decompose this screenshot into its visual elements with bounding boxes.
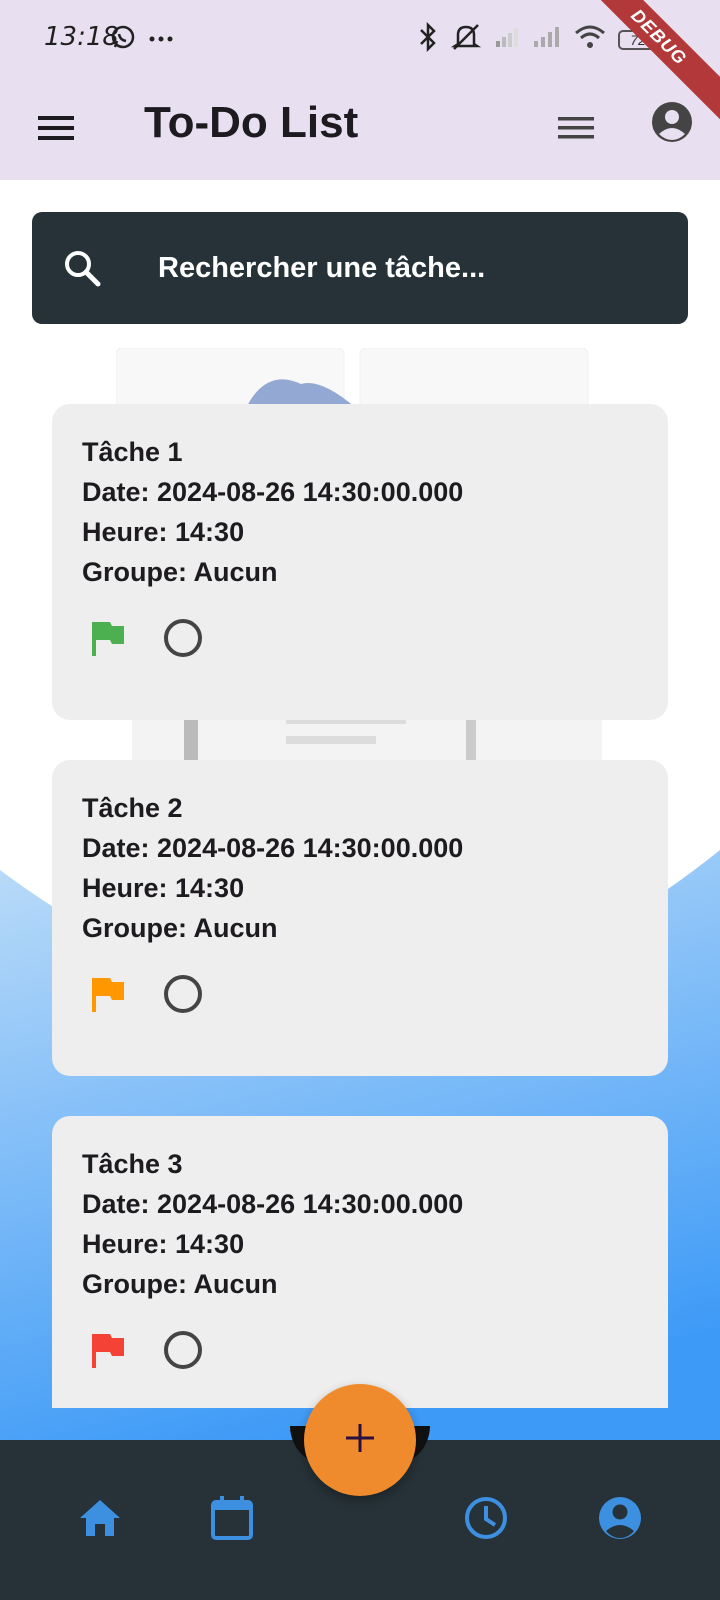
whatsapp-icon — [110, 24, 136, 55]
home-icon[interactable] — [76, 1494, 124, 1542]
complete-checkbox[interactable] — [164, 619, 202, 657]
task-title: Tâche 2 — [82, 793, 183, 823]
top-bar: 13:18 72 DEBUG To-Do List — [0, 0, 720, 180]
task-group: Groupe: Aucun — [82, 913, 278, 943]
task-card[interactable]: Tâche 2 Date: 2024-08-26 14:30:00.000 He… — [52, 760, 668, 1076]
account-circle-icon[interactable] — [650, 100, 694, 144]
task-group: Groupe: Aucun — [82, 1269, 278, 1299]
plus-icon — [342, 1420, 378, 1461]
task-time: Heure: 14:30 — [82, 1229, 245, 1259]
task-date: Date: 2024-08-26 14:30:00.000 — [82, 477, 464, 507]
more-dots-icon — [148, 31, 174, 49]
task-date: Date: 2024-08-26 14:30:00.000 — [82, 833, 464, 863]
task-title: Tâche 1 — [82, 437, 183, 467]
signal-weak-icon — [494, 25, 520, 54]
complete-checkbox[interactable] — [164, 1331, 202, 1369]
page-title: To-Do List — [144, 98, 359, 147]
search-bar — [32, 212, 688, 324]
search-icon — [60, 246, 104, 290]
list-icon[interactable] — [556, 108, 596, 148]
status-bar: 13:18 72 DEBUG — [0, 0, 720, 122]
clock-icon[interactable] — [462, 1494, 510, 1542]
hamburger-menu-icon[interactable] — [36, 108, 76, 148]
task-card[interactable]: Tâche 1 Date: 2024-08-26 14:30:00.000 He… — [52, 404, 668, 720]
calendar-icon[interactable] — [208, 1494, 256, 1542]
complete-checkbox[interactable] — [164, 975, 202, 1013]
bluetooth-icon — [418, 21, 438, 57]
task-time: Heure: 14:30 — [82, 873, 245, 903]
add-task-button[interactable] — [304, 1384, 416, 1496]
task-time: Heure: 14:30 — [82, 517, 245, 547]
search-input[interactable] — [158, 212, 658, 324]
signal-icon — [532, 25, 562, 54]
task-title: Tâche 3 — [82, 1149, 183, 1179]
status-time: 13:18 — [44, 22, 119, 52]
flag-icon[interactable] — [90, 1330, 126, 1370]
task-date: Date: 2024-08-26 14:30:00.000 — [82, 1189, 464, 1219]
flag-icon[interactable] — [90, 618, 126, 658]
task-card[interactable]: Tâche 3 Date: 2024-08-26 14:30:00.000 He… — [52, 1116, 668, 1408]
app-bar: To-Do List — [0, 78, 720, 180]
silent-bell-icon — [450, 22, 482, 57]
account-circle-icon[interactable] — [596, 1494, 644, 1542]
task-group: Groupe: Aucun — [82, 557, 278, 587]
flag-icon[interactable] — [90, 974, 126, 1014]
wifi-icon — [574, 24, 606, 55]
